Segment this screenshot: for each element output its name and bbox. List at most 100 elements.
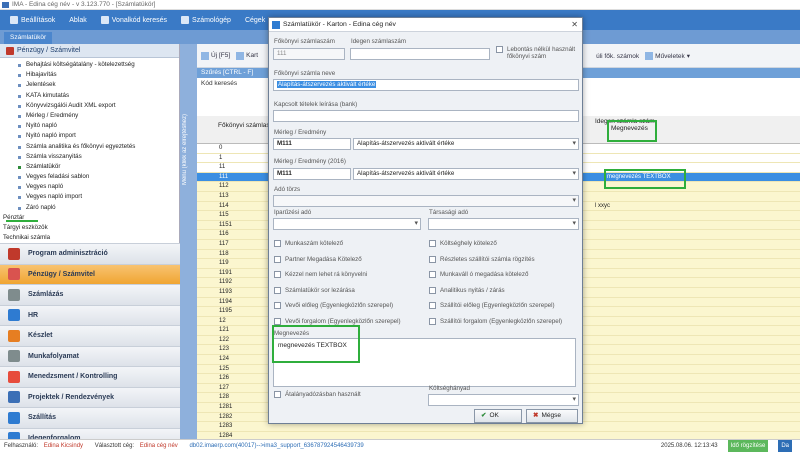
account-code: 12	[219, 317, 226, 324]
sidebar-item[interactable]: Technikai számla	[0, 233, 179, 243]
sidebar-item[interactable]: Számla visszanyitás	[0, 152, 179, 162]
option-checkbox[interactable]: Kézzel nem lehet rá könyvelni	[274, 271, 367, 278]
menu-vonalkod[interactable]: Vonalkód keresés	[95, 12, 173, 28]
sidebar-item[interactable]: Vegyes napló import	[0, 192, 179, 202]
merleg-select[interactable]: Alapítás-átszervezés aktivált értéke	[353, 138, 579, 150]
card-icon	[236, 51, 245, 60]
sidebar-item[interactable]: Behajtási költségátalány - kötelezettség	[0, 60, 179, 70]
option-checkbox[interactable]: Vevői előleg (Egyenlegközlőn szerepel)	[274, 302, 393, 309]
module-icon	[8, 411, 20, 424]
merleg2016-label: Mérleg / Eredmény (2016)	[274, 158, 346, 165]
col-name[interactable]: Megnevezés	[611, 125, 648, 132]
close-icon[interactable]: ✕	[571, 18, 578, 32]
sidebar-item[interactable]: Záró napló	[0, 203, 179, 213]
sidebar-item[interactable]: Számla analitika és főkönyvi egyeztetés	[0, 142, 179, 152]
sidebar-item[interactable]: Tárgyi eszközök	[0, 223, 179, 233]
iparuzesi-select[interactable]	[273, 218, 421, 230]
account-code: 1193	[219, 288, 232, 295]
sidebar-item[interactable]: Hibajavítás	[0, 70, 179, 80]
menu-beallitasok[interactable]: Beállítások	[4, 12, 61, 28]
option-checkbox[interactable]: Analitikus nyitás / zárás	[429, 286, 505, 294]
sidebar-item[interactable]: Nyitó napló	[0, 121, 179, 131]
account-code: 121	[219, 327, 230, 334]
account-code: 0	[219, 145, 223, 151]
torzs-select[interactable]	[273, 195, 579, 207]
option-checkbox[interactable]: Szállítói előleg (Egyenlegközlőn szerepe…	[429, 302, 555, 309]
account-code: 1192	[219, 279, 232, 286]
module-button[interactable]: Számlázás	[0, 284, 180, 305]
option-checkbox[interactable]: Számlatükör sor lezárása	[274, 286, 355, 294]
neve-field[interactable]: Alapítás-átszervezés aktivált értéke	[273, 79, 579, 91]
datetime: 2025.08.06. 12:13:43	[660, 443, 718, 449]
cancel-button[interactable]: ✖ Mégse	[526, 409, 578, 423]
lebontas-checkbox[interactable]: Lebontás nélkül használt főkönyvi szám	[496, 46, 579, 60]
account-card-dialog: Számlatükör - Karton - Edina cég név ✕ F…	[268, 17, 583, 424]
da-button[interactable]: Da	[778, 440, 792, 452]
sidebar-item[interactable]: Számlatükör	[0, 162, 179, 172]
module-button[interactable]: Munkafolyamat	[0, 345, 180, 366]
option-checkbox[interactable]: Munkaváll ó megadása kötelező	[429, 271, 528, 278]
option-checkbox[interactable]: Partner Megadása Kötelező	[274, 255, 362, 263]
accounts-button[interactable]: úli fők. számok	[596, 52, 639, 60]
module-button[interactable]: Menedzsment / Kontrolling	[0, 366, 180, 387]
option-checkbox[interactable]: Költséghely kötelező	[429, 240, 497, 247]
idegen-value: l xxyc	[595, 202, 610, 209]
module-button[interactable]: Program adminisztráció	[0, 243, 180, 264]
megnevezes-textbox[interactable]: megnevezés TEXTBOX	[273, 338, 576, 387]
db-connection: db02.imaerp.com(40017)-->ima3_support_63…	[189, 443, 364, 449]
merleg2016-code-field[interactable]: M111	[273, 168, 351, 180]
koltseghanyad-label: Költséghányad	[429, 385, 470, 392]
account-name: megnevezés TEXTBOX	[607, 173, 671, 180]
menu-ablak[interactable]: Ablak	[63, 12, 93, 28]
menu-szamologep[interactable]: Számológép	[175, 12, 237, 28]
sidebar-item[interactable]: Vegyes feladási sablon	[0, 172, 179, 182]
sidebar-item[interactable]: Nyitó napló import	[0, 131, 179, 141]
actions-button[interactable]: Műveletek ▾	[645, 52, 690, 60]
merleg-label: Mérleg / Eredmény	[274, 129, 327, 136]
sidebar-item[interactable]: Mérleg / Eredmény	[0, 111, 179, 121]
idegen-label: Idegen számlaszám	[351, 38, 407, 45]
merleg2016-select[interactable]: Alapítás-átszervezés aktivált értéke	[353, 168, 579, 180]
module-button[interactable]: Pénzügy / Számvitel	[0, 263, 180, 284]
sidebar-item[interactable]: Vegyes napló	[0, 182, 179, 192]
atalany-checkbox[interactable]: Átalányadózásban használt	[274, 391, 361, 398]
account-code: 1191	[219, 269, 232, 276]
cards-button[interactable]: Kart	[236, 51, 258, 60]
fokonyvi-label: Főkönyvi számlaszám	[274, 38, 335, 45]
module-button[interactable]: Készlet	[0, 325, 180, 346]
module-button[interactable]: Projektek / Rendezvények	[0, 386, 180, 407]
menu-cegek[interactable]: Cégek	[239, 12, 271, 28]
koltseghanyad-select[interactable]	[428, 394, 579, 406]
menu-collapse-bar[interactable]: Menü (klikk az elrejtéshez)	[180, 44, 197, 439]
option-checkbox[interactable]: Vevői forgalom (Egyenlegközlőn szerepel)	[274, 317, 401, 325]
new-button[interactable]: Új [F5]	[201, 51, 230, 60]
module-button[interactable]: Szállítás	[0, 407, 180, 428]
module-icon	[8, 247, 20, 260]
kapcsolt-field[interactable]	[273, 110, 579, 122]
account-code: 116	[219, 231, 229, 238]
option-checkbox[interactable]: Munkaszám kötelező	[274, 240, 343, 247]
option-checkbox[interactable]: Szállítói forgalom (Egyenlegközlőn szere…	[429, 317, 562, 325]
sidebar-item[interactable]: KATA kimutatás	[0, 91, 179, 101]
selection-underline	[6, 220, 38, 222]
check-icon: ✔	[481, 412, 487, 419]
account-code: 115	[219, 212, 229, 219]
col-idegen[interactable]: Idegen számla szám	[595, 118, 655, 125]
module-icon	[8, 309, 20, 322]
tarsasagi-select[interactable]	[428, 218, 579, 230]
time-record-button[interactable]: Idő rögzítése	[727, 440, 769, 452]
idegen-field[interactable]	[350, 48, 490, 60]
tarsasagi-label: Társasági adó	[429, 209, 469, 216]
ok-button[interactable]: ✔ OK	[474, 409, 522, 423]
option-checkbox[interactable]: Részletes szállítói számla rögzítés	[429, 255, 535, 263]
account-code: 117	[219, 240, 229, 247]
tab-szamlatukor[interactable]: Számlatükör	[4, 32, 53, 44]
fokonyvi-field[interactable]: 111	[273, 48, 345, 60]
sidebar-header[interactable]: Pénzügy / Számvitel	[0, 44, 179, 58]
account-code: 1282	[219, 413, 233, 420]
sidebar-item[interactable]: Jelentések	[0, 80, 179, 90]
window-title: IMA - Edina cég név - v 3.123.770 - [Szá…	[12, 1, 156, 8]
module-button[interactable]: HR	[0, 304, 180, 325]
merleg-code-field[interactable]: M111	[273, 138, 351, 150]
sidebar-item[interactable]: Könyvvizsgálói Audit XML export	[0, 101, 179, 111]
